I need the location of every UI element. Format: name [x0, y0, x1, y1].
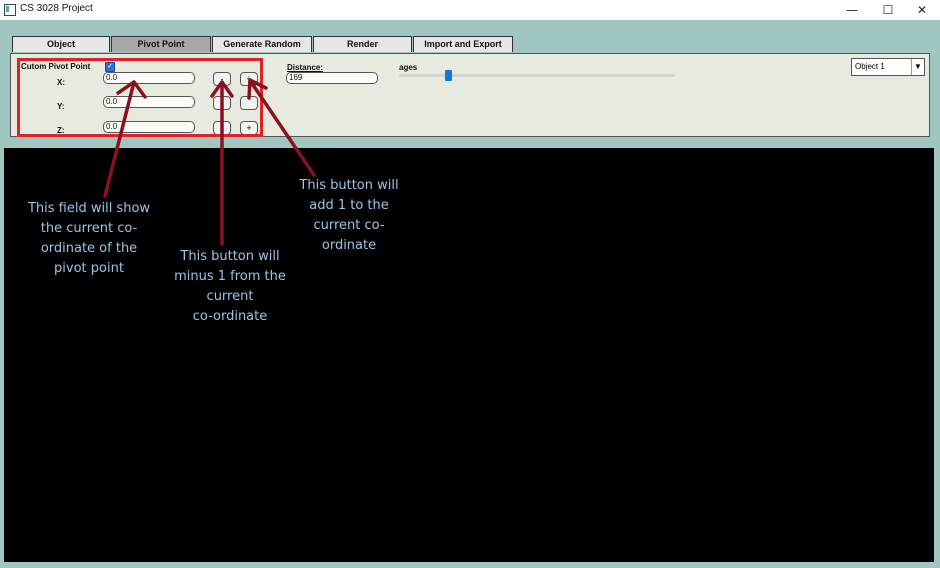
window-title: CS 3028 Project: [20, 3, 93, 14]
pivot-point-panel: Cutom Pivot Point ✓ X: Y: Z: 0.0 0.0 0.0…: [10, 53, 930, 137]
distance-label: Distance:: [287, 63, 324, 72]
minus-annotation-note: This button will minus 1 from the curren…: [174, 249, 286, 324]
y-minus-button[interactable]: [213, 96, 231, 110]
y-plus-button[interactable]: [240, 96, 258, 110]
title-bar: CS 3028 Project — ☐ ✕: [0, 0, 940, 20]
maximize-button[interactable]: ☐: [872, 0, 904, 20]
z-field[interactable]: 0.0: [103, 121, 195, 133]
close-button[interactable]: ✕: [906, 0, 938, 20]
custom-pivot-label: Cutom Pivot Point: [21, 62, 91, 71]
object-select-value: Object 1: [855, 62, 885, 71]
tab-pivot-point[interactable]: Pivot Point: [111, 36, 211, 52]
z-minus-button[interactable]: [213, 121, 231, 135]
app-icon: [4, 4, 16, 16]
chevron-down-icon: ▼: [911, 59, 924, 75]
tab-generate-random[interactable]: Generate Random: [212, 36, 312, 52]
tab-import-export[interactable]: Import and Export: [413, 36, 513, 52]
y-field[interactable]: 0.0: [103, 96, 195, 108]
z-label: Z:: [57, 126, 65, 135]
plus-annotation-note: This button will add 1 to the current co…: [299, 178, 399, 253]
slider-track[interactable]: [399, 74, 675, 77]
z-plus-button[interactable]: +: [240, 121, 258, 135]
minimize-button[interactable]: —: [836, 0, 868, 20]
custom-pivot-checkbox[interactable]: ✓: [105, 62, 115, 72]
distance-field[interactable]: 169: [286, 72, 378, 84]
x-plus-button[interactable]: +: [240, 72, 258, 86]
field-annotation-note: This field will show the current co- ord…: [27, 201, 151, 276]
slider-thumb[interactable]: [445, 70, 452, 81]
tab-render[interactable]: Render: [313, 36, 412, 52]
ages-label: ages: [399, 63, 418, 72]
object-select[interactable]: Object 1 ▼: [851, 58, 925, 76]
x-label: X:: [57, 78, 65, 87]
x-minus-button[interactable]: -: [213, 72, 231, 86]
y-label: Y:: [57, 102, 65, 111]
x-field[interactable]: 0.0: [103, 72, 195, 84]
tab-object[interactable]: Object: [12, 36, 110, 52]
